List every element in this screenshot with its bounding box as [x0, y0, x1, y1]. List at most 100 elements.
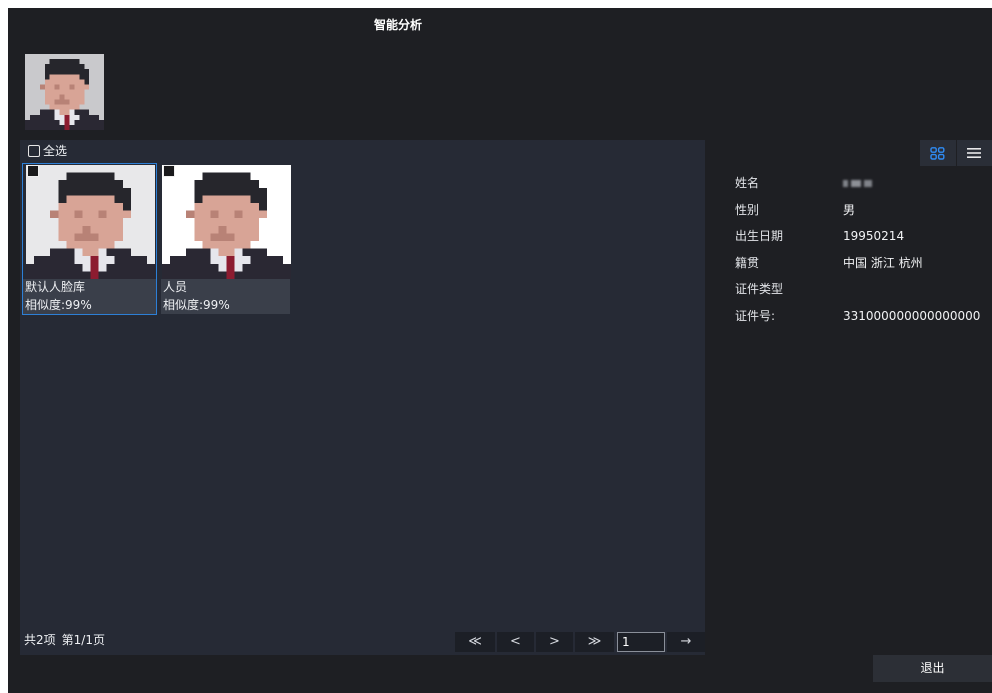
photo-pixel — [89, 109, 104, 115]
photo-pixel — [114, 256, 147, 264]
photo-pixel — [162, 225, 195, 234]
photo-pixel — [98, 256, 115, 264]
first-page-button[interactable]: ≪ — [455, 632, 495, 652]
photo-pixel — [25, 114, 30, 120]
photo-pixel — [250, 241, 291, 249]
result-card[interactable]: 默认人脸库 相似度:99% — [22, 163, 157, 315]
prev-page-button[interactable]: < — [497, 632, 534, 652]
photo-pixel — [130, 187, 155, 196]
photo-pixel — [90, 256, 99, 264]
photo-pixel — [82, 225, 91, 234]
photo-pixel — [266, 248, 291, 257]
photo-pixel — [69, 109, 75, 115]
photo-pixel — [98, 271, 155, 279]
photo-pixel — [234, 248, 243, 257]
grid-view-button[interactable] — [920, 140, 956, 166]
photo-pixel — [84, 79, 90, 85]
photo-pixel — [266, 210, 291, 219]
photo-pixel — [130, 248, 155, 257]
photo-pixel — [242, 210, 267, 219]
photo-pixel — [26, 241, 67, 249]
photo-pixel — [122, 218, 155, 226]
photo-pixel — [106, 248, 131, 257]
photo-pixel — [44, 69, 90, 75]
next-page-button[interactable]: > — [536, 632, 573, 652]
detail-row-name: 姓名 — [735, 170, 992, 197]
select-all-checkbox[interactable]: 全选 — [28, 144, 67, 158]
card-checkbox[interactable] — [27, 165, 39, 177]
checkbox-icon[interactable] — [28, 145, 40, 157]
photo-pixel — [234, 210, 243, 219]
photo-pixel — [194, 195, 203, 203]
photo-pixel — [114, 195, 131, 203]
photo-pixel — [25, 74, 45, 80]
detail-value: 中国 浙江 杭州 — [843, 255, 923, 270]
photo-pixel — [69, 99, 85, 105]
photo-pixel — [130, 203, 155, 211]
photo-pixel — [66, 195, 115, 203]
photo-pixel — [26, 256, 35, 264]
photo-pixel — [226, 263, 235, 272]
photo-pixel — [59, 84, 70, 90]
photo-pixel — [74, 233, 99, 241]
photo-pixel — [39, 109, 55, 115]
photo-pixel — [202, 172, 251, 181]
go-page-button[interactable]: → — [667, 632, 705, 652]
card-similarity: 相似度:99% — [163, 298, 230, 312]
photo-pixel — [89, 79, 104, 85]
detail-row-birthdate: 出生日期 19950214 — [735, 223, 992, 250]
photo-pixel — [39, 84, 45, 90]
query-face-photo — [25, 54, 104, 130]
photo-pixel — [84, 94, 104, 100]
detail-value: 19950214 — [843, 229, 905, 244]
photo-pixel — [58, 218, 123, 226]
detail-value: 331000000000000000 — [843, 308, 981, 323]
photo-pixel — [26, 180, 59, 188]
photo-pixel — [186, 248, 211, 257]
detail-label: 性别 — [735, 202, 760, 217]
card-library-name: 默认人脸库 — [25, 280, 86, 294]
photo-pixel — [218, 263, 227, 272]
list-view-button[interactable] — [955, 140, 992, 166]
photo-pixel — [170, 256, 211, 264]
photo-pixel — [74, 210, 83, 219]
photo-pixel — [66, 172, 115, 181]
photo-pixel — [25, 79, 45, 85]
photo-pixel — [34, 256, 75, 264]
photo-pixel — [64, 114, 70, 120]
photo-pixel — [162, 263, 219, 272]
select-all-label: 全选 — [43, 144, 68, 158]
photo-pixel — [59, 94, 65, 100]
photo-pixel — [146, 256, 155, 264]
photo-pixel — [266, 187, 291, 196]
photo-pixel — [266, 195, 291, 203]
photo-pixel — [25, 64, 45, 70]
photo-pixel — [194, 210, 211, 219]
photo-pixel — [258, 203, 267, 211]
photo-pixel — [44, 74, 50, 80]
photo-pixel — [162, 180, 195, 188]
photo-pixel — [258, 180, 291, 188]
photo-pixel — [25, 59, 50, 65]
photo-pixel — [44, 64, 85, 70]
photo-pixel — [162, 241, 203, 249]
photo-pixel — [250, 256, 283, 264]
photo-pixel — [44, 84, 55, 90]
exit-button[interactable]: 退出 — [873, 655, 992, 682]
photo-pixel — [210, 248, 219, 257]
page-number-input[interactable] — [617, 632, 665, 652]
photo-pixel — [25, 84, 40, 90]
photo-pixel — [49, 104, 80, 110]
photo-pixel — [59, 119, 65, 125]
photo-pixel — [54, 109, 60, 115]
result-card[interactable]: 人员 相似度:99% — [160, 163, 291, 315]
detail-row-gender: 性别 男 — [735, 197, 992, 224]
photo-pixel — [54, 84, 60, 90]
photo-pixel — [74, 84, 90, 90]
photo-pixel — [25, 119, 60, 125]
last-page-button[interactable]: ≫ — [575, 632, 614, 652]
photo-pixel — [74, 248, 83, 257]
photo-pixel — [44, 99, 55, 105]
card-checkbox[interactable] — [163, 165, 175, 177]
photo-pixel — [122, 180, 155, 188]
